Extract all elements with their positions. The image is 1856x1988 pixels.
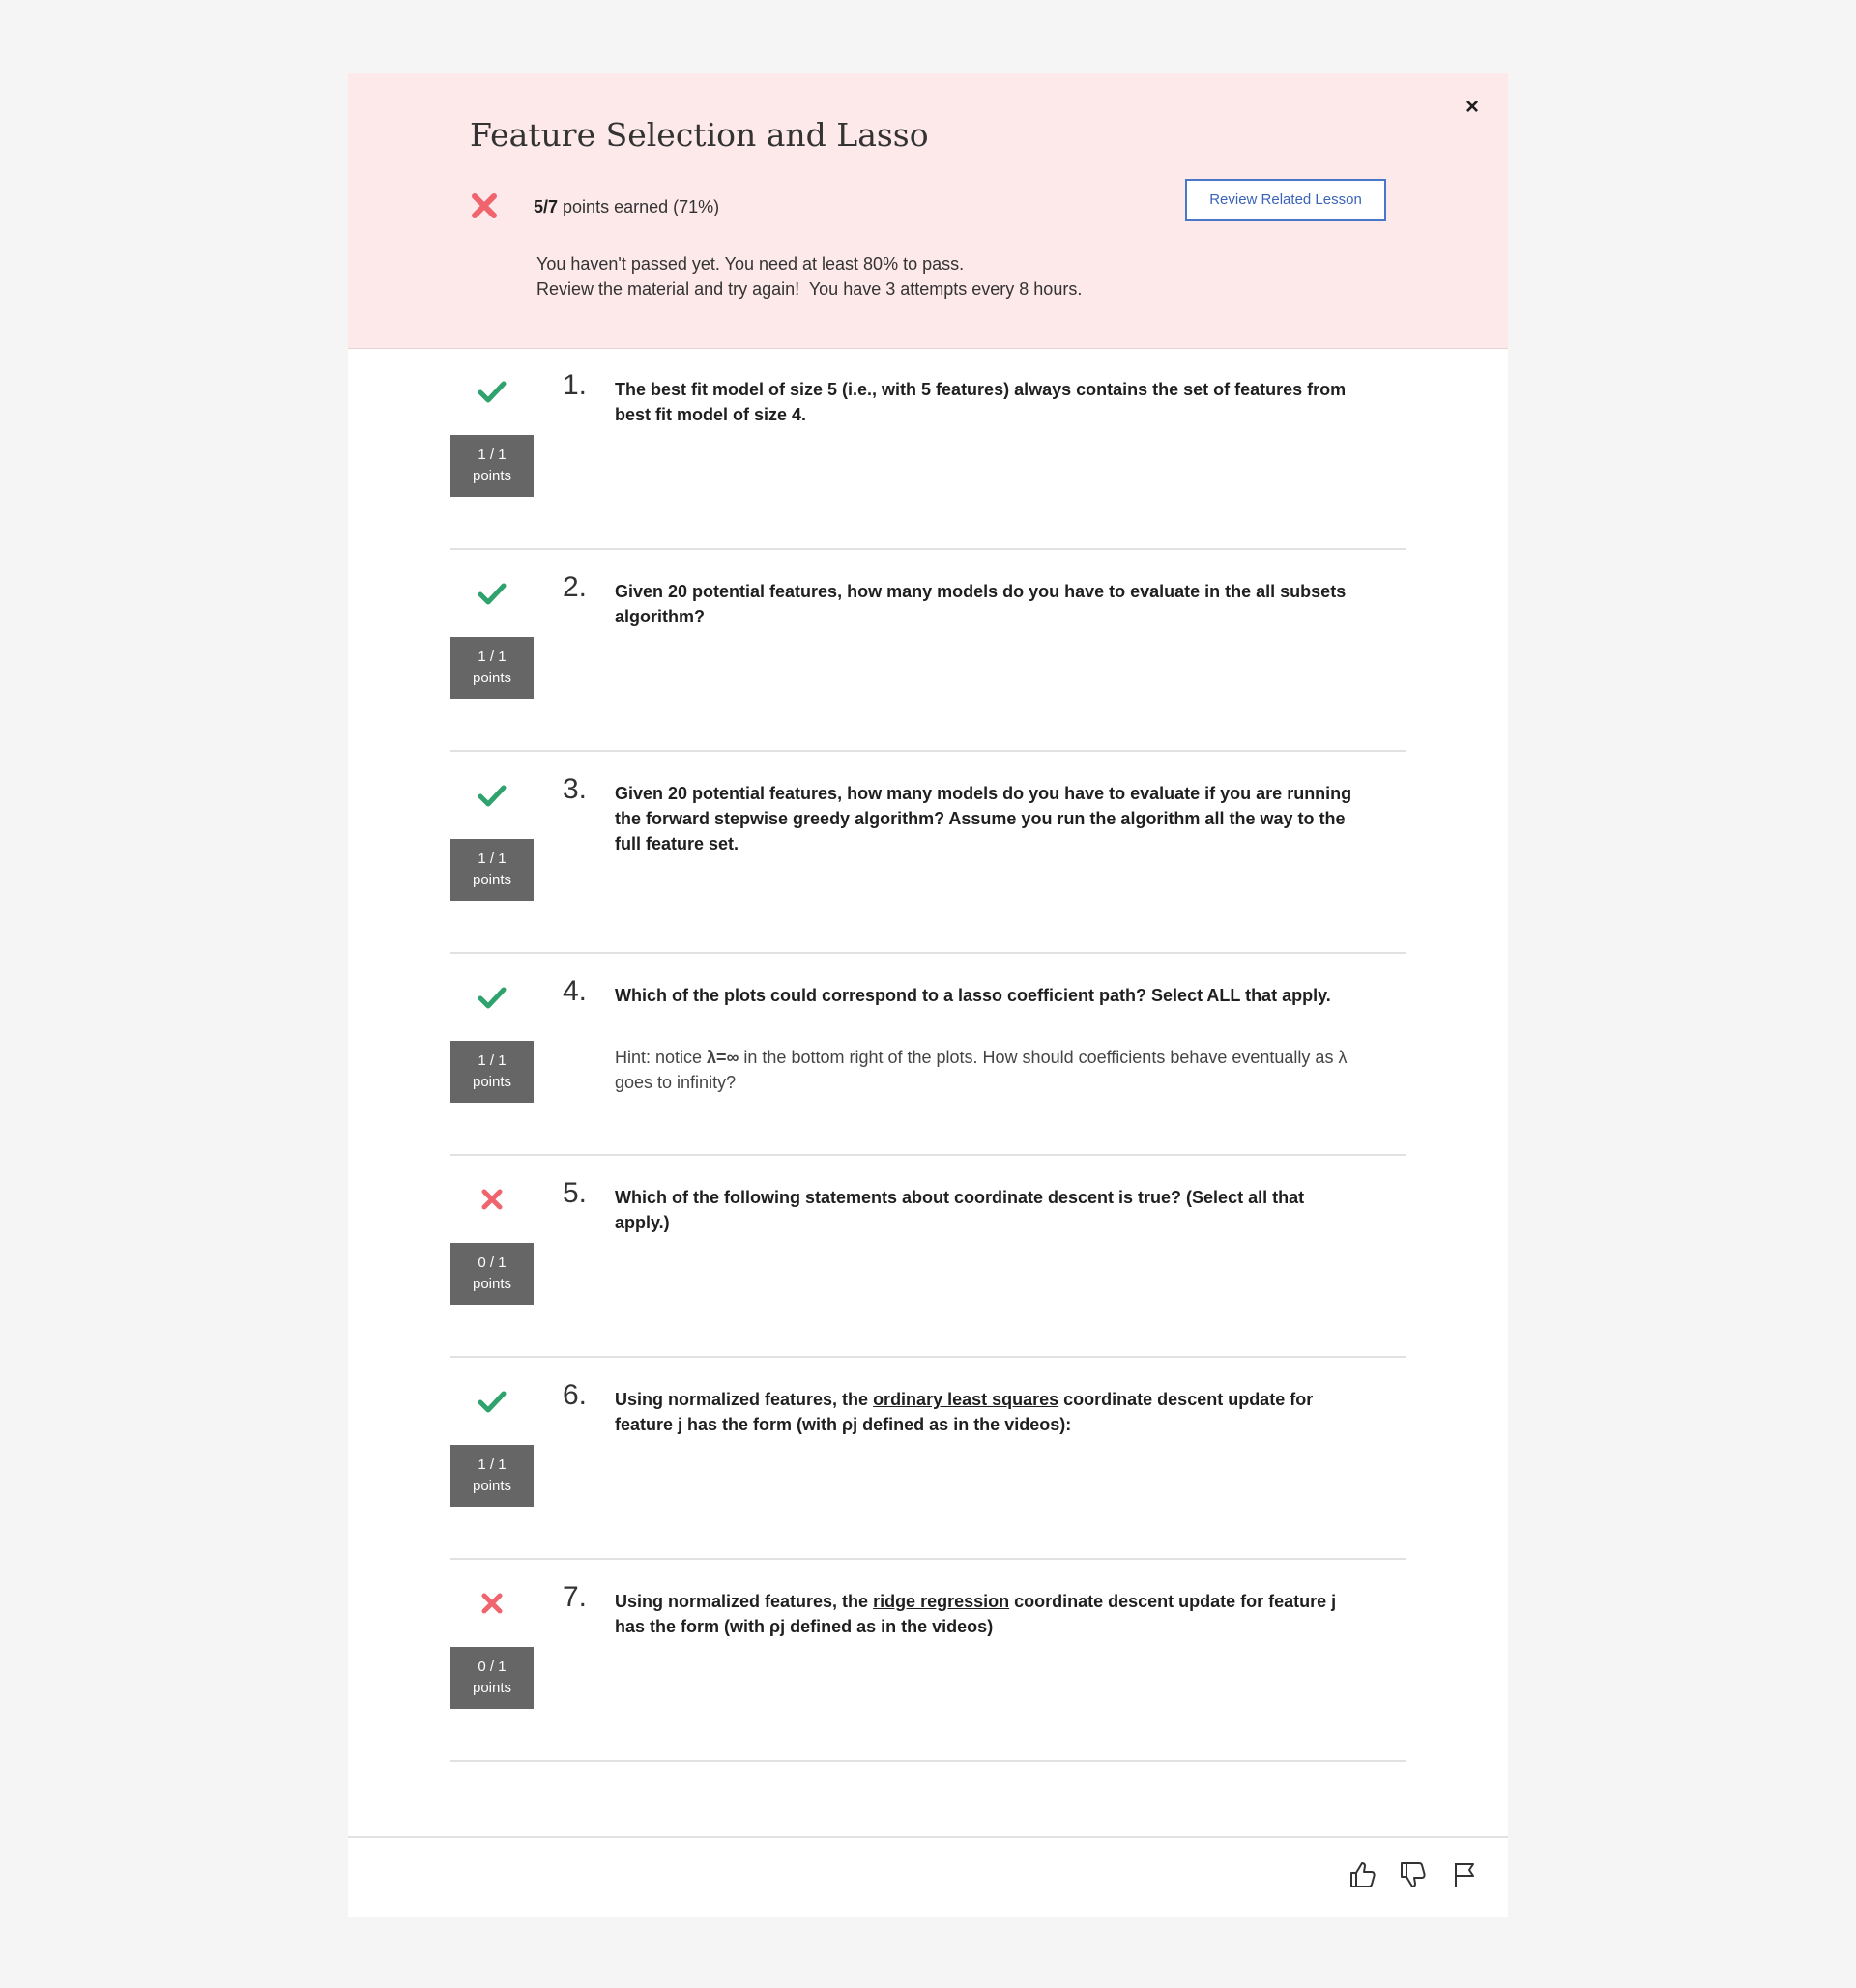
points-value: 1 / 1 [478,447,507,463]
score-summary: 5/7 points earned (71%) [534,197,719,217]
review-related-lesson-button[interactable]: Review Related Lesson [1185,179,1386,221]
points-badge: 1 / 1 points [450,435,534,497]
question-text: Given 20 potential features, how many mo… [615,582,1347,626]
points-label: points [472,1680,512,1696]
correct-check-icon [478,987,507,1009]
points-badge: 1 / 1 points [450,839,534,901]
points-label: points [472,872,512,888]
question-row: 1 / 1 points 1. The best fit model of size … [450,348,1406,550]
pass-message-line1: You haven't passed yet. You need at leas… [536,254,965,274]
glossary-link[interactable]: ordinary least squares [873,1390,1058,1409]
results-header: × Feature Selection and Lasso 5/7 points… [348,73,1508,349]
question-text-pre: Using normalized features, the [615,1592,874,1611]
question-number: 5. [563,1177,588,1209]
question-hint: Hint: notice λ=∞ in the bottom right of … [615,1045,1369,1095]
question-number: 7. [563,1581,588,1613]
points-label: points [472,468,512,484]
correct-check-icon [478,785,507,807]
question-number: 3. [563,773,588,805]
correct-check-icon [478,583,507,605]
hint-text-pre: Hint: notice [615,1048,708,1067]
question-number: 6. [563,1379,588,1411]
question-list: 1 / 1 points 1. The best fit model of size … [450,348,1406,1762]
feedback-footer [348,1836,1508,1917]
question-number: 2. [563,571,588,603]
hint-symbol: λ=∞ [707,1048,740,1067]
points-label: points [472,1478,512,1494]
points-label: points [472,1276,512,1292]
question-text-pre: Using normalized features, the [615,1390,874,1409]
points-badge: 0 / 1 points [450,1647,534,1709]
points-value: 0 / 1 [478,1658,507,1675]
question-row: 0 / 1 points 7. Using normalized features, … [450,1560,1406,1762]
question-text: Given 20 potential features, how many mo… [615,784,1352,853]
question-text: Which of the plots could correspond to a… [615,986,1331,1005]
question-text: Which of the following statements about … [615,1188,1305,1232]
thumbs-down-icon[interactable] [1398,1859,1429,1890]
question-row: 1 / 1 points 4. Which of the plots could co… [450,954,1406,1156]
points-value: 0 / 1 [478,1254,507,1271]
points-value: 1 / 1 [478,850,507,867]
points-value: 1 / 1 [478,648,507,665]
incorrect-x-icon [481,1593,503,1614]
correct-check-icon [478,1391,507,1413]
flag-icon[interactable] [1450,1859,1481,1890]
incorrect-x-icon [481,1189,503,1210]
glossary-link[interactable]: ridge regression [873,1592,1009,1611]
score-label: points earned (71%) [558,197,720,216]
score-earned: 5/7 [534,197,559,216]
points-badge: 0 / 1 points [450,1243,534,1305]
points-value: 1 / 1 [478,1456,507,1473]
points-label: points [472,670,512,686]
question-row: 0 / 1 points 5. Which of the following stat… [450,1156,1406,1358]
close-button[interactable]: × [1458,93,1487,122]
points-value: 1 / 1 [478,1052,507,1069]
question-text: Using normalized features, the ridge reg… [615,1589,1359,1639]
question-row: 1 / 1 points 6. Using normalized features, … [450,1358,1406,1560]
question-number: 1. [563,369,588,401]
question-text: The best fit model of size 5 (i.e., with… [615,380,1347,424]
fail-x-icon [472,193,497,218]
points-badge: 1 / 1 points [450,637,534,699]
points-label: points [472,1074,512,1090]
page-title: Feature Selection and Lasso [470,116,929,154]
pass-message-line2: Review the material and try again! You h… [536,279,1083,299]
points-badge: 1 / 1 points [450,1041,534,1103]
pass-message: You haven't passed yet. You need at leas… [536,251,1082,302]
question-text: Using normalized features, the ordinary … [615,1387,1359,1437]
correct-check-icon [478,381,507,403]
question-row: 1 / 1 points 2. Given 20 potential features… [450,550,1406,752]
thumbs-up-icon[interactable] [1348,1859,1378,1890]
question-row: 1 / 1 points 3. Given 20 potential features… [450,752,1406,954]
points-badge: 1 / 1 points [450,1445,534,1507]
quiz-results-modal: × Feature Selection and Lasso 5/7 points… [348,73,1508,1917]
question-number: 4. [563,975,588,1007]
